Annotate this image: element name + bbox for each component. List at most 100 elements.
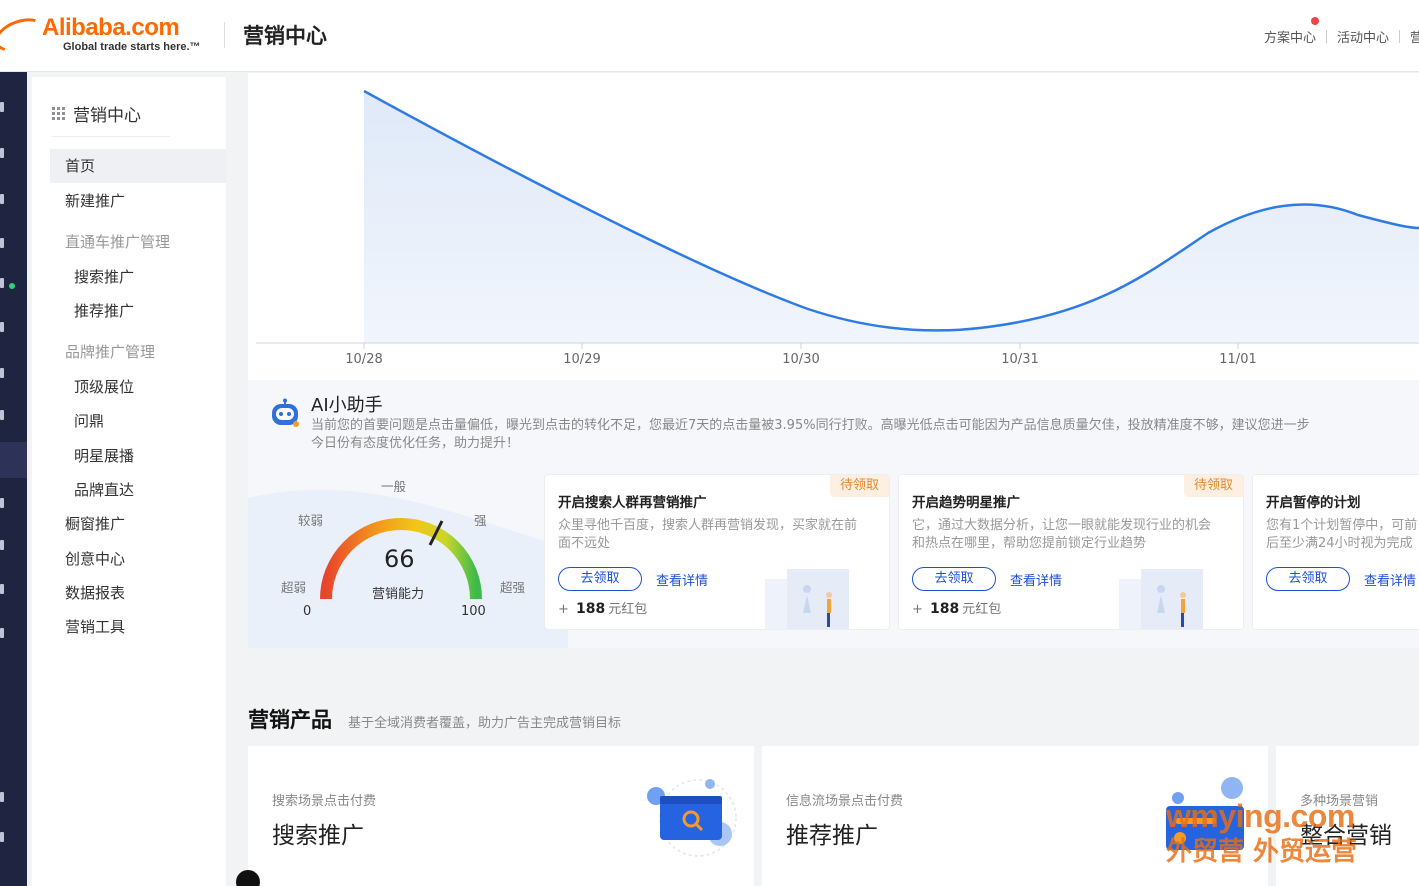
rocket-illustration-icon (1119, 569, 1203, 629)
global-nav-item[interactable] (0, 368, 4, 378)
x-tick-label: 10/29 (563, 352, 601, 367)
x-tick-label: 10/30 (782, 352, 820, 367)
claim-button[interactable]: 去领取 (1266, 567, 1350, 591)
notification-dot-icon (1310, 17, 1319, 25)
global-nav-item[interactable] (0, 584, 4, 594)
marketing-ability-gauge: 一般 较弱 强 超弱 超强 0 100 66 营销能力 (276, 477, 536, 627)
sidebar-item-top-booth[interactable]: 顶级展位 (50, 370, 226, 404)
robot-icon (272, 398, 299, 427)
trend-chart-svg (256, 89, 1419, 349)
task-card-trend-star[interactable]: 待领取 开启趋势明星推广 它，通过大数据分析，让您一眼就能发现行业的机会 和热点… (898, 474, 1244, 630)
gauge-label-very-weak: 超弱 (281, 580, 307, 595)
sidebar-divider (52, 136, 170, 137)
sidebar: 营销中心 首页 新建推广 直通车推广管理 搜索推广 推荐推广 品牌推广管理 顶级… (32, 77, 226, 886)
global-nav-item[interactable] (0, 832, 4, 842)
reward-amount: 188 (576, 601, 606, 617)
card-description: 您有1个计划暂停中，可前 后至少满24小时视为完成 (1266, 518, 1418, 551)
sidebar-item-brand-direct[interactable]: 品牌直达 (50, 473, 226, 507)
sidebar-item-search-promotion[interactable]: 搜索推广 (50, 260, 226, 294)
sidebar-item-star-showcase[interactable]: 明星展播 (50, 439, 226, 473)
sidebar-item-wending[interactable]: 问鼎 (50, 404, 226, 438)
global-nav-item[interactable] (0, 102, 4, 112)
global-nav-item[interactable] (0, 148, 4, 158)
global-nav-item[interactable] (0, 410, 4, 420)
pending-badge: 待领取 (829, 475, 889, 497)
gauge-label-very-strong: 超强 (500, 580, 526, 595)
trend-area (364, 91, 1419, 343)
global-nav-item[interactable] (0, 238, 4, 248)
card-title: 开启趋势明星推广 (912, 495, 1020, 511)
gauge-label-normal: 一般 (381, 479, 407, 494)
task-card-search-remarketing[interactable]: 待领取 开启搜索人群再营销推广 众里寻他千百度，搜索人群再营销发现，买家就在前 … (544, 474, 890, 630)
logo-tagline: Global trade starts here.™ (63, 41, 201, 53)
product-category: 信息流场景点击付费 (786, 794, 904, 809)
sidebar-item-showcase-promotion[interactable]: 橱窗推广 (50, 507, 226, 541)
alibaba-logo[interactable]: Alibaba.com Global trade starts here.™ (0, 12, 210, 58)
card-title: 开启搜索人群再营销推广 (558, 495, 707, 511)
ai-assistant-panel: AI小助手 当前您的首要问题是点击量偏低，曝光到点击的转化不足，您最近7天的点击… (248, 380, 1419, 648)
header-divider (224, 22, 225, 48)
top-link-activity-center[interactable]: 活动中心 (1337, 27, 1389, 46)
sidebar-item-data-reports[interactable]: 数据报表 (50, 576, 226, 610)
x-tick-label: 10/28 (345, 352, 383, 367)
view-details-link[interactable]: 查看详情 (656, 570, 708, 589)
sidebar-item-creative-center[interactable]: 创意中心 (50, 542, 226, 576)
global-nav-item[interactable] (0, 194, 4, 204)
sidebar-title: 营销中心 (73, 106, 141, 126)
product-card-search[interactable]: 搜索场景点击付费 搜索推广 (248, 746, 754, 886)
top-link-more[interactable]: 营 (1410, 27, 1419, 46)
card-reward: + 188 元红包 (558, 598, 647, 617)
gauge-min: 0 (303, 604, 312, 619)
claim-button[interactable]: 去领取 (558, 567, 642, 591)
sidebar-group-p4p: 直通车推广管理 (65, 233, 171, 251)
global-nav-item[interactable] (0, 498, 4, 508)
global-nav-item[interactable] (0, 540, 4, 550)
watermark: wmying.com 外贸营 外贸运营 (1166, 798, 1357, 868)
card-description: 它，通过大数据分析，让您一眼就能发现行业的机会 和热点在哪里，帮助您提前锁定行业… (912, 518, 1212, 551)
reward-unit: 元红包 (608, 602, 648, 617)
product-name: 搜索推广 (272, 823, 364, 849)
top-header: Alibaba.com Global trade starts here.™ 营… (0, 0, 1419, 72)
top-links: 方案中心 活动中心 营 (1263, 17, 1419, 46)
reward-unit: 元红包 (962, 602, 1002, 617)
marketing-products-subtitle: 基于全域消费者覆盖，助力广告主完成营销目标 (348, 716, 622, 731)
global-nav-item[interactable] (0, 792, 4, 802)
link-separator (1398, 30, 1400, 43)
global-nav-item[interactable] (0, 628, 4, 638)
gauge-label-strong: 强 (474, 513, 487, 528)
card-reward: + 188 元红包 (912, 598, 1001, 617)
sidebar-item-marketing-tools[interactable]: 营销工具 (50, 610, 226, 644)
product-name: 推荐推广 (786, 823, 878, 849)
reward-prefix: + (558, 602, 569, 617)
global-nav-item[interactable] (0, 278, 4, 288)
gauge-max: 100 (461, 604, 486, 619)
sidebar-item-home[interactable]: 首页 (50, 149, 226, 183)
view-details-link[interactable]: 查看详情 (1010, 570, 1062, 589)
online-status-dot-icon (9, 283, 15, 289)
pending-badge: 待领取 (1183, 475, 1243, 497)
x-tick-label: 10/31 (1001, 352, 1039, 367)
page-title: 营销中心 (243, 24, 327, 48)
gauge-label-weak: 较弱 (298, 513, 324, 528)
card-description: 众里寻他千百度，搜索人群再营销发现，买家就在前 面不远处 (558, 518, 858, 551)
global-nav-active-item[interactable] (0, 442, 27, 478)
reward-prefix: + (912, 602, 923, 617)
trend-chart: 10/28 10/29 10/30 10/31 11/01 (248, 73, 1419, 380)
task-card-paused-plan[interactable]: 开启暂停的计划 您有1个计划暂停中，可前 后至少满24小时视为完成 去领取 查看… (1252, 474, 1419, 630)
sidebar-item-recommend-promotion[interactable]: 推荐推广 (50, 294, 226, 328)
watermark-slogan: 外贸营 外贸运营 (1166, 837, 1358, 867)
logo-text: Alibaba.com (42, 14, 180, 41)
global-nav-item[interactable] (0, 322, 4, 332)
view-details-link[interactable]: 查看详情 (1364, 570, 1416, 589)
reward-amount: 188 (930, 601, 960, 617)
sidebar-group-brand: 品牌推广管理 (65, 343, 156, 361)
x-axis-ticks (363, 343, 1239, 349)
claim-button[interactable]: 去领取 (912, 567, 996, 591)
top-link-label: 方案中心 (1263, 31, 1316, 46)
ai-assistant-description: 当前您的首要问题是点击量偏低，曝光到点击的转化不足，您最近7天的点击量被3.95… (311, 418, 1310, 451)
sidebar-item-new-promotion[interactable]: 新建推广 (50, 184, 226, 218)
marketing-products-title: 营销产品 (248, 708, 332, 732)
top-link-solution-center[interactable]: 方案中心 (1263, 17, 1319, 46)
watermark-domain: wmying.com (1166, 798, 1355, 834)
x-tick-label: 11/01 (1219, 352, 1257, 367)
